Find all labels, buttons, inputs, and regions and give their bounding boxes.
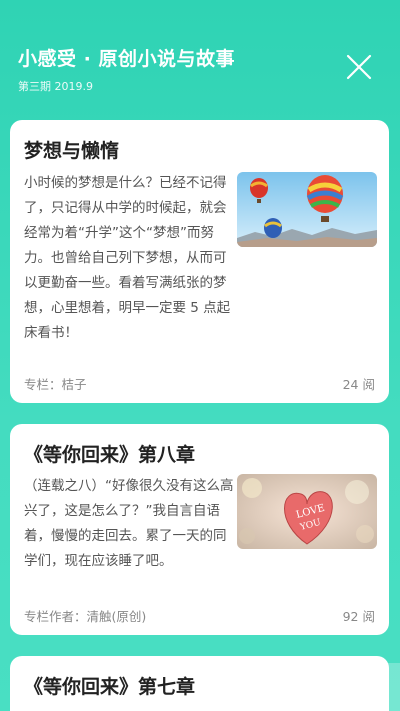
read-count: 92 阅	[342, 609, 375, 624]
hot-air-balloons-image	[237, 172, 377, 247]
read-count: 24 阅	[342, 377, 375, 392]
article-title: 《等你回来》第七章	[24, 676, 196, 698]
article-title: 《等你回来》第八章	[24, 444, 196, 466]
article-card[interactable]: 《等你回来》第八章 （连载之八）“好像很久没有这么高兴了，这是怎么了？”我自言自…	[10, 424, 389, 635]
article-title: 梦想与懒惰	[24, 140, 120, 162]
love-heart-image: LOVE YOU	[237, 474, 377, 549]
issue-label: 第三期 2019.9	[18, 80, 93, 93]
app-logo-icon	[252, 668, 290, 706]
article-excerpt: 小时候的梦想是什么？已经不记得了，只记得从中学的时候起，就会经常为着“升学”这个…	[24, 175, 231, 341]
close-icon	[346, 54, 372, 80]
article-card[interactable]: 梦想与懒惰 小时候的梦想是什么？已经不记得了，只记得从中学的时候起，就会经常为着…	[10, 120, 389, 403]
article-author: 专栏作者：清触(原创)	[24, 609, 147, 624]
article-excerpt: （连载之八）“好像很久没有这么高兴了，这是怎么了？”我自言自语着，慢慢的走回去。…	[24, 478, 234, 569]
watermark: 一听下载	[245, 663, 400, 711]
page-title: 小感受 · 原创小说与故事	[18, 48, 235, 70]
header: 小感受 · 原创小说与故事 第三期 2019.9	[0, 0, 400, 110]
close-button[interactable]	[344, 52, 374, 82]
watermark-text: 一听下载	[293, 675, 385, 699]
article-author: 专栏：桔子	[24, 377, 87, 392]
